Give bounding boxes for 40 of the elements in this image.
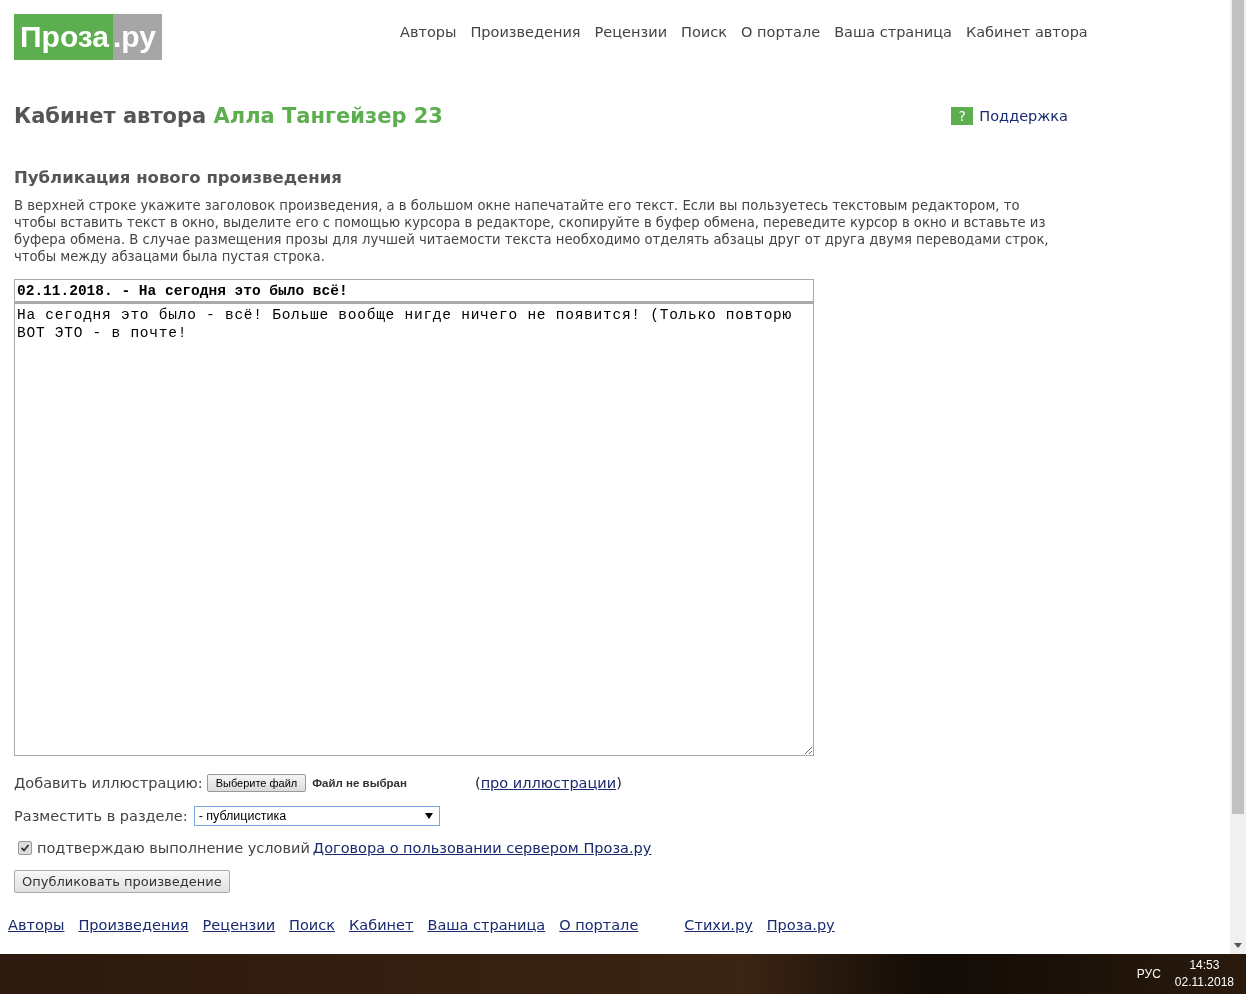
nav-link[interactable]: Ваша страница xyxy=(834,24,952,40)
nav-link[interactable]: Произведения xyxy=(470,24,581,40)
caret-icon xyxy=(424,813,433,819)
footer-link[interactable]: Проза.ру xyxy=(766,917,835,933)
footer-link[interactable]: Произведения xyxy=(78,917,189,933)
language-indicator[interactable]: РУС xyxy=(1136,967,1161,981)
nav-link[interactable]: О портале xyxy=(741,24,821,40)
choose-file-button[interactable]: Выберите файл xyxy=(206,774,307,792)
instructions-text: В верхней строке укажите заголовок произведения, а в большом окне напечатайте его текст. Если вы пользуетесь текстовым редактором, то чтобы вставить текст в окно, выделите его с помощью курсора в редакторе, скопируйте в буфер обмена, переведите курсор в окно и вставьте из буфера обмена. В случае размещения прозы для лучшей читаемости текста необходимо отделять абзацы друг от друга двумя переводами строк, чтобы между абзацами была пустая строка. xyxy=(14,197,1050,265)
agree-label: подтверждаю выполнение условий xyxy=(37,840,310,856)
footer-link[interactable]: Стихи.ру xyxy=(684,917,753,933)
section-label: Разместить в разделе: xyxy=(14,808,188,824)
nav-link[interactable]: Авторы xyxy=(400,24,457,40)
scroll-down-icon[interactable] xyxy=(1234,943,1242,948)
footer-link[interactable]: Поиск xyxy=(289,917,336,933)
paren-text: ) xyxy=(616,775,622,791)
illustration-label: Добавить иллюстрацию: xyxy=(14,775,203,791)
footer-link[interactable]: Ваша страница xyxy=(427,917,546,933)
footer-link[interactable]: Кабинет xyxy=(349,917,414,933)
support-link[interactable]: Поддержка xyxy=(979,108,1068,124)
publish-button[interactable]: Опубликовать произведение xyxy=(14,870,230,893)
illustrations-link[interactable]: про иллюстрации xyxy=(480,775,617,791)
section-heading: Публикация нового произведения xyxy=(14,168,343,187)
section-select[interactable]: - публицистика xyxy=(193,806,440,826)
agreement-link[interactable]: Договора о пользовании сервером Проза.ру xyxy=(312,840,652,856)
nav-link[interactable]: Поиск xyxy=(681,24,727,40)
text-area[interactable]: На сегодня это было - всё! Больше вообще нигде ничего не появится! (Только повторю ВОТ ЭТО - в почте! xyxy=(14,303,814,756)
nav-link[interactable]: Рецензии xyxy=(594,24,668,40)
footer-link[interactable]: Рецензии xyxy=(202,917,276,933)
footer-link[interactable]: О портале xyxy=(559,917,639,933)
scroll-thumb[interactable] xyxy=(1232,0,1244,814)
page-title: Кабинет автора Алла Тангейзер 23 xyxy=(14,104,443,128)
paren-text: ( xyxy=(474,775,481,791)
file-status: Файл не выбран xyxy=(312,777,407,789)
scrollbar[interactable] xyxy=(1230,0,1246,954)
agree-checkbox[interactable] xyxy=(18,841,32,855)
title-input[interactable]: 02.11.2018. - На сегодня это было всё! xyxy=(14,279,814,303)
nav-link[interactable]: Кабинет автора xyxy=(965,24,1088,40)
footer-link[interactable]: Авторы xyxy=(8,917,65,933)
clock[interactable]: 14:53 02.11.2018 xyxy=(1174,957,1234,991)
